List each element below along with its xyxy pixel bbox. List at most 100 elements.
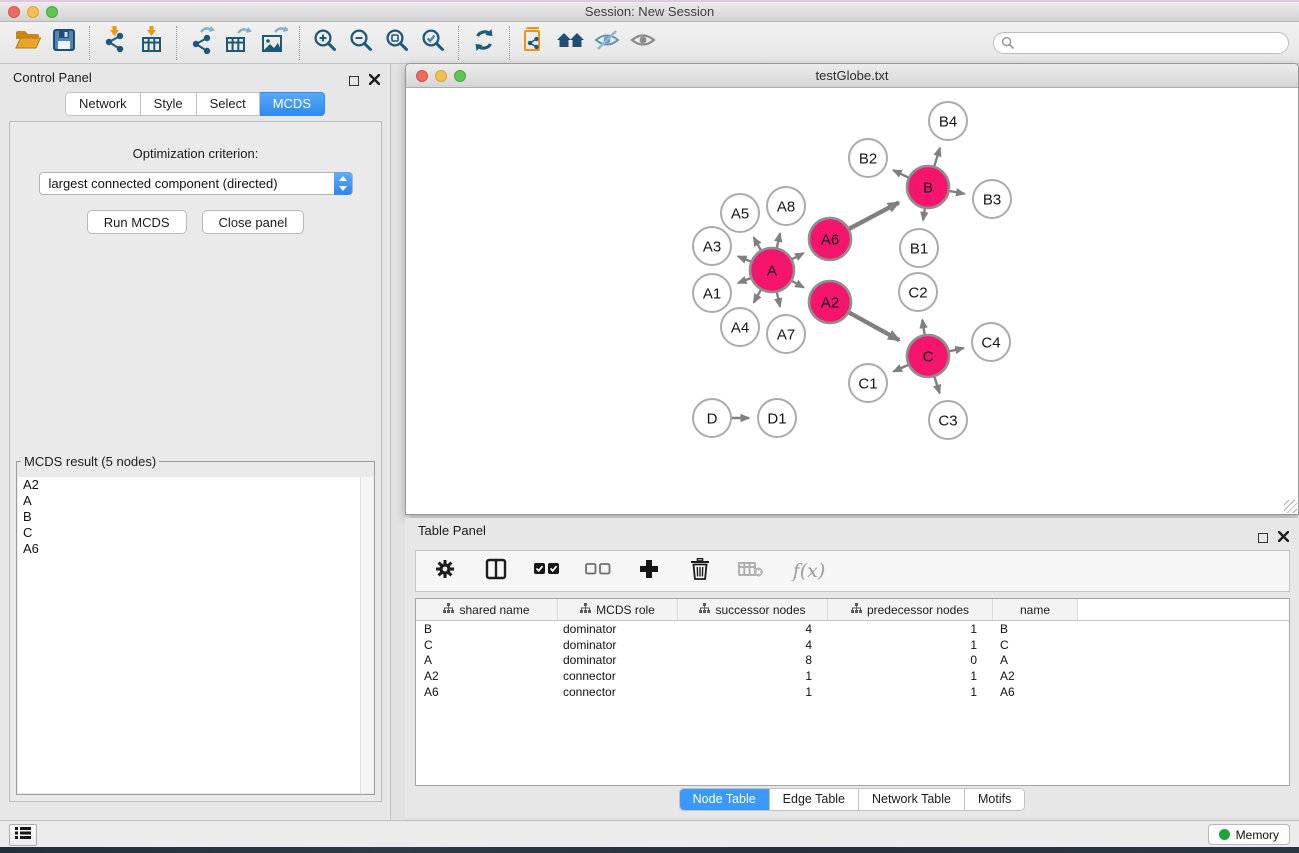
zoom-fit-button[interactable] (379, 25, 415, 61)
header-filler (1078, 599, 1289, 621)
resize-grip[interactable] (1284, 500, 1297, 513)
trash-icon (690, 558, 710, 585)
float-table-panel-icon[interactable] (1258, 533, 1268, 543)
first-neighbors-button[interactable] (553, 25, 589, 61)
node-A5[interactable]: A5 (721, 194, 759, 232)
delete-table-button[interactable] (738, 558, 764, 584)
new-network-from-selection-button[interactable] (517, 25, 553, 61)
close-network-button[interactable] (416, 70, 428, 82)
hide-graphics-details-button[interactable] (589, 25, 625, 61)
task-history-button[interactable] (9, 824, 37, 846)
tab-network[interactable]: Network (65, 92, 141, 116)
close-panel-button[interactable]: Close panel (202, 210, 305, 234)
export-network-button[interactable] (184, 25, 220, 61)
column-header-successor-nodes[interactable]: successor nodes (678, 599, 828, 621)
svg-text:A8: A8 (777, 199, 795, 216)
table-row[interactable]: Bdominator41B (416, 621, 1289, 637)
desktop-background (0, 847, 1299, 853)
network-canvas[interactable]: B4 B2 B B3 B1 A5 A8 A6 A3 A A1 C2 A4A7A2 C4 C C1 C3 D D1 (406, 88, 1298, 514)
search-input[interactable] (993, 32, 1289, 54)
table-panel: Table Panel (405, 518, 1299, 818)
tab-node-table[interactable]: Node Table (680, 789, 770, 810)
result-item[interactable]: A (18, 493, 373, 509)
column-header-predecessor-nodes[interactable]: predecessor nodes (828, 599, 993, 621)
svg-text:B: B (923, 180, 933, 197)
export-image-icon (260, 26, 288, 59)
memory-button[interactable]: Memory (1208, 824, 1290, 845)
open-session-button[interactable] (10, 25, 46, 61)
result-item[interactable]: A6 (18, 541, 373, 557)
node-C4[interactable]: C4 (972, 323, 1010, 361)
delete-columns-button[interactable] (687, 558, 713, 584)
node-B[interactable]: B (907, 166, 949, 208)
plus-icon (639, 559, 659, 584)
close-table-panel-icon[interactable] (1278, 525, 1289, 551)
node-A6[interactable]: A6 (809, 218, 851, 260)
export-image-button[interactable] (256, 25, 292, 61)
table-row[interactable]: A2connector11A2 (416, 668, 1289, 684)
save-session-button[interactable] (46, 25, 82, 61)
node-C3[interactable]: C3 (929, 401, 967, 439)
node-A3[interactable]: A3 (693, 227, 731, 265)
maximize-network-button[interactable] (454, 70, 466, 82)
tab-mcds[interactable]: MCDS (260, 92, 325, 116)
tab-motifs[interactable]: Motifs (965, 789, 1024, 810)
create-column-button[interactable] (636, 558, 662, 584)
table-panel-title: Table Panel (418, 523, 486, 538)
network-window-titlebar[interactable]: testGlobe.txt (406, 64, 1298, 88)
mcds-result-list: A2ABCA6 (18, 477, 373, 793)
table-row[interactable]: A6connector11A6 (416, 684, 1289, 700)
refresh-button[interactable] (466, 25, 502, 61)
column-header-name[interactable]: name (993, 599, 1078, 621)
export-table-button[interactable] (220, 25, 256, 61)
result-item[interactable]: B (18, 509, 373, 525)
node-A4[interactable]: A4 (721, 308, 759, 346)
table-tabs: Node TableEdge TableNetwork TableMotifs (405, 788, 1299, 811)
node-B2[interactable]: B2 (849, 139, 887, 177)
float-panel-icon[interactable] (349, 76, 359, 86)
import-table-button[interactable] (133, 25, 169, 61)
minimize-window-button[interactable] (27, 6, 39, 18)
node-A8[interactable]: A8 (767, 187, 805, 225)
minimize-network-button[interactable] (435, 70, 447, 82)
node-D1[interactable]: D1 (758, 399, 796, 437)
tab-network-table[interactable]: Network Table (859, 789, 965, 810)
close-window-button[interactable] (8, 6, 20, 18)
toolbar-search (993, 32, 1289, 54)
zoom-selected-button[interactable] (415, 25, 451, 61)
column-header-mcds-role[interactable]: MCDS role (558, 599, 678, 621)
node-C2[interactable]: C2 (899, 273, 937, 311)
table-row[interactable]: Cdominator41C (416, 637, 1289, 653)
table-settings-button[interactable] (432, 558, 458, 584)
node-A1[interactable]: A1 (693, 274, 731, 312)
column-header-shared-name[interactable]: shared name (416, 599, 558, 621)
maximize-window-button[interactable] (46, 6, 58, 18)
node-B4[interactable]: B4 (929, 102, 967, 140)
criterion-select[interactable]: largest connected component (directed) (39, 172, 353, 195)
result-scrollbar[interactable] (360, 477, 373, 793)
node-B1[interactable]: B1 (900, 229, 938, 267)
node-D[interactable]: D (693, 399, 731, 437)
close-panel-icon[interactable] (369, 72, 380, 90)
unselect-all-columns-button[interactable] (585, 558, 611, 584)
node-A[interactable]: A (750, 248, 794, 292)
node-C[interactable]: C (907, 335, 949, 377)
node-B3[interactable]: B3 (973, 180, 1011, 218)
zoom-in-button[interactable] (307, 25, 343, 61)
result-item[interactable]: A2 (18, 477, 373, 493)
function-builder-button[interactable]: f(x) (789, 558, 829, 584)
node-A2[interactable]: A2 (809, 281, 851, 323)
node-C1[interactable]: C1 (849, 364, 887, 402)
select-all-columns-button[interactable] (534, 558, 560, 584)
tab-style[interactable]: Style (141, 92, 197, 116)
node-A7[interactable]: A7 (767, 315, 805, 353)
import-network-button[interactable] (97, 25, 133, 61)
run-mcds-button[interactable]: Run MCDS (87, 210, 187, 234)
tab-edge-table[interactable]: Edge Table (770, 789, 859, 810)
show-columns-button[interactable] (483, 558, 509, 584)
result-item[interactable]: C (18, 525, 373, 541)
table-row[interactable]: Adominator80A (416, 652, 1289, 668)
show-graphics-details-button[interactable] (625, 25, 661, 61)
zoom-out-button[interactable] (343, 25, 379, 61)
tab-select[interactable]: Select (197, 92, 260, 116)
